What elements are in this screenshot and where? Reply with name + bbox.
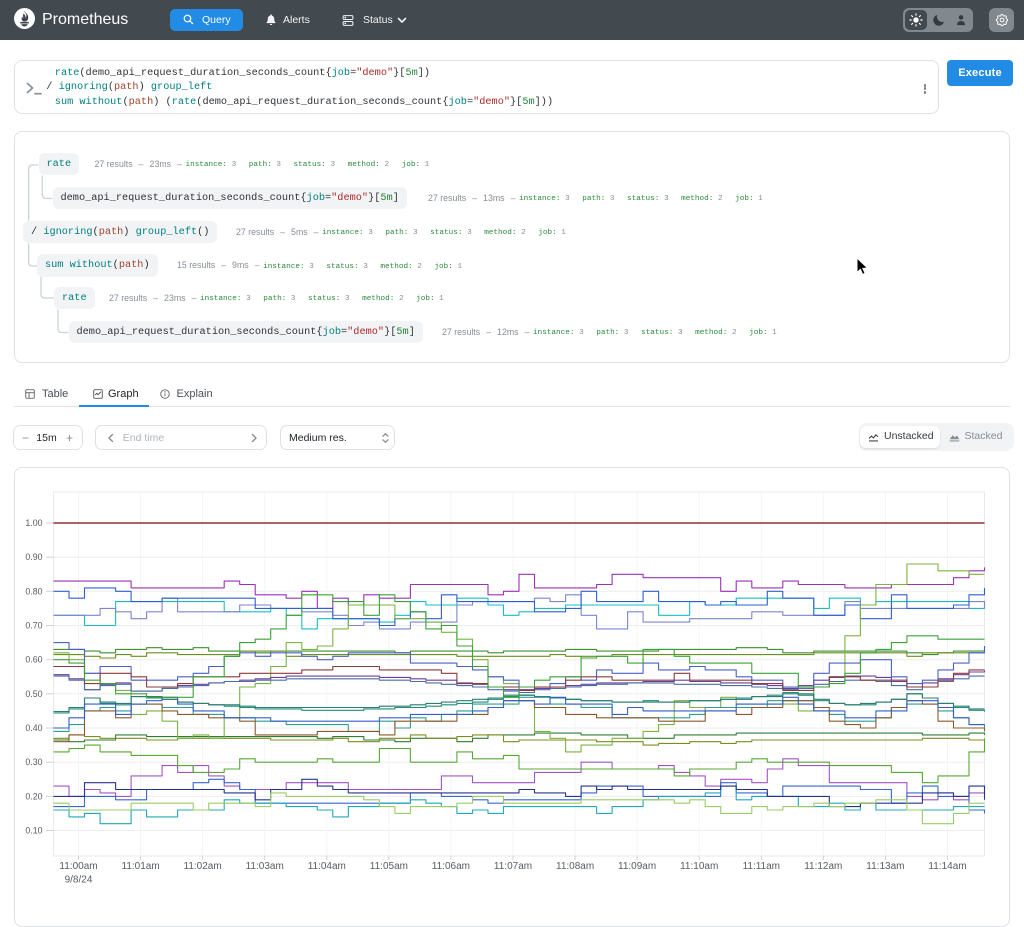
svg-text:0.90: 0.90 [25, 552, 42, 562]
svg-text:11:05am: 11:05am [370, 861, 408, 872]
svg-text:0.20: 0.20 [25, 791, 42, 801]
svg-text:11:11am: 11:11am [743, 861, 780, 872]
svg-text:11:09am: 11:09am [618, 861, 656, 872]
svg-text:1.00: 1.00 [25, 518, 42, 528]
svg-text:0.80: 0.80 [25, 586, 42, 596]
svg-text:11:14am: 11:14am [928, 861, 966, 872]
svg-text:11:08am: 11:08am [556, 861, 594, 872]
svg-text:11:01am: 11:01am [122, 861, 160, 872]
svg-text:11:07am: 11:07am [494, 861, 532, 872]
svg-text:11:10am: 11:10am [680, 861, 718, 872]
svg-text:11:03am: 11:03am [246, 861, 284, 872]
svg-text:11:13am: 11:13am [866, 861, 904, 872]
svg-text:0.10: 0.10 [25, 826, 42, 836]
svg-text:11:06am: 11:06am [432, 861, 470, 872]
svg-text:9/8/24: 9/8/24 [65, 875, 93, 886]
svg-text:0.50: 0.50 [25, 689, 42, 699]
svg-text:11:02am: 11:02am [184, 861, 222, 872]
svg-text:11:12am: 11:12am [804, 861, 842, 872]
svg-text:0.40: 0.40 [25, 723, 42, 733]
svg-text:0.30: 0.30 [25, 757, 42, 767]
svg-text:0.60: 0.60 [25, 655, 42, 665]
svg-text:11:04am: 11:04am [308, 861, 346, 872]
svg-text:11:00am: 11:00am [59, 861, 97, 872]
svg-text:0.70: 0.70 [25, 621, 42, 631]
